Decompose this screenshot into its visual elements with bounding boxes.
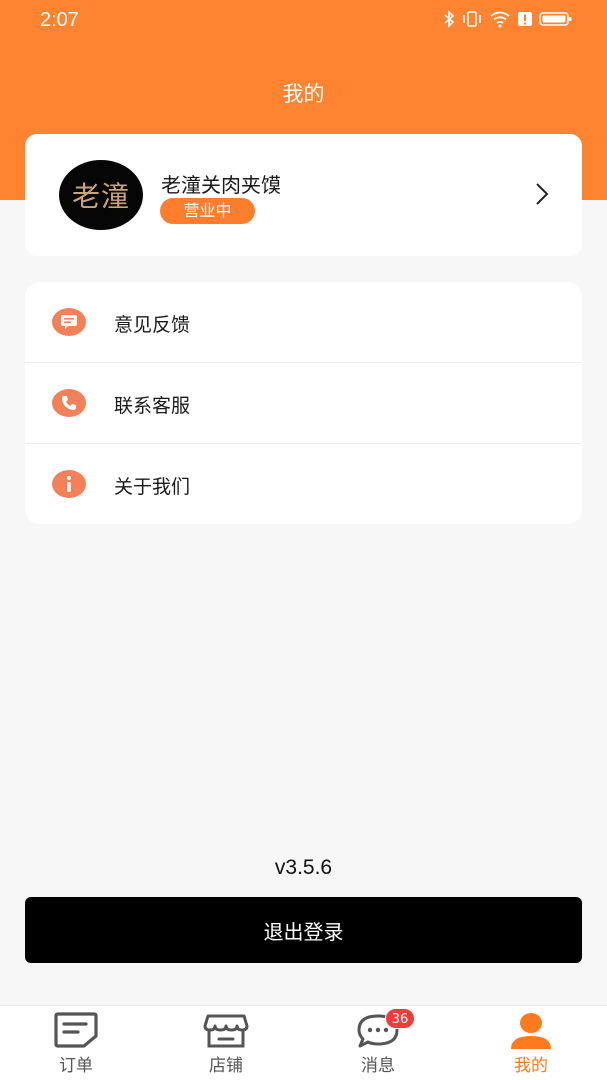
menu-label-contact-support: 联系客服 <box>114 395 191 417</box>
orders-icon <box>54 1012 98 1048</box>
battery-icon <box>539 12 572 26</box>
menu-item-contact-support[interactable]: 联系客服 <box>25 363 582 443</box>
chevron-right-icon <box>536 183 549 205</box>
tab-label-store: 店铺 <box>209 1056 243 1076</box>
status-time: 2:07 <box>40 9 79 31</box>
alert-icon <box>518 12 532 26</box>
tab-label-mine: 我的 <box>514 1056 548 1076</box>
tab-mine[interactable]: 我的 <box>455 1006 607 1080</box>
menu-label-about-us: 关于我们 <box>114 476 191 498</box>
menu-label-feedback: 意见反馈 <box>114 314 191 336</box>
logout-button[interactable]: 退出登录 <box>25 897 582 963</box>
bluetooth-icon <box>444 10 455 28</box>
info-icon <box>52 470 86 498</box>
store-icon <box>203 1014 249 1048</box>
user-icon <box>511 1013 551 1049</box>
store-status-badge: 营业中 <box>160 198 255 224</box>
store-avatar: 老潼 <box>59 160 143 230</box>
status-bar: 2:07 <box>0 0 607 42</box>
menu-item-feedback[interactable]: 意见反馈 <box>25 282 582 362</box>
phone-icon <box>52 389 86 417</box>
status-icons <box>443 10 573 28</box>
message-count-badge: 36 <box>385 1008 415 1029</box>
app-version: v3.5.6 <box>274 856 333 879</box>
store-name: 老潼关肉夹馍 <box>161 173 281 197</box>
tab-label-messages: 消息 <box>361 1056 395 1076</box>
page-title: 我的 <box>282 82 325 106</box>
wifi-icon <box>490 11 510 28</box>
store-card[interactable]: 老潼 老潼关肉夹馍 营业中 <box>25 134 582 256</box>
feedback-icon <box>52 308 86 336</box>
tab-label-orders: 订单 <box>59 1056 93 1076</box>
tab-messages[interactable]: 消息 <box>302 1006 454 1080</box>
menu-card: 意见反馈 联系客服 关于我们 <box>25 282 582 524</box>
avatar-logo-text: 老潼 <box>71 180 130 213</box>
bottom-tab-bar: 订单 店铺 消息 我的 <box>0 1005 607 1080</box>
tab-store[interactable]: 店铺 <box>150 1006 302 1080</box>
tab-orders[interactable]: 订单 <box>0 1006 152 1080</box>
logout-button-label: 退出登录 <box>263 919 344 944</box>
menu-item-about-us[interactable]: 关于我们 <box>25 444 582 524</box>
vibrate-icon <box>463 11 481 27</box>
